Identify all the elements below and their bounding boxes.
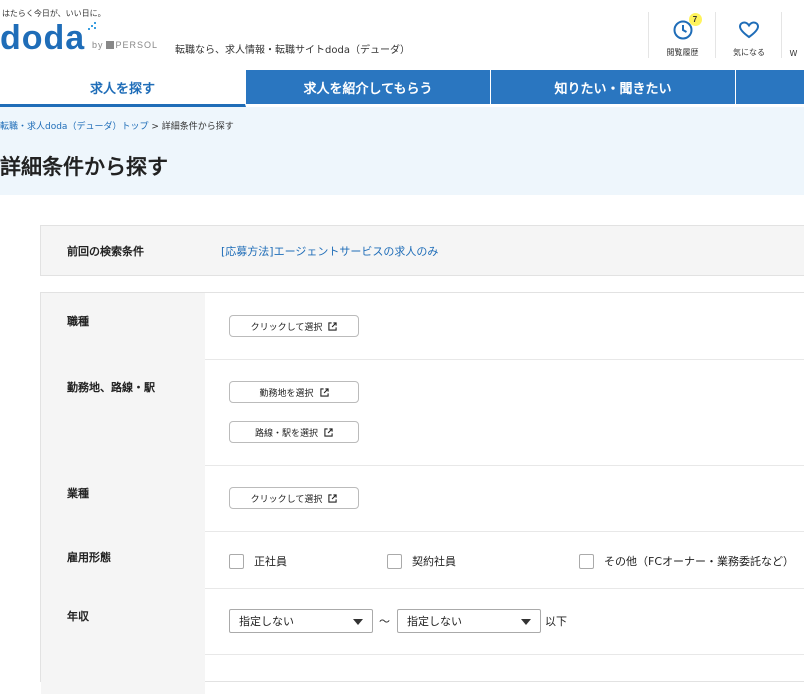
previous-search-panel: 前回の検索条件 [応募方法]エージェントサービスの求人のみ [40, 225, 804, 276]
tab-search-jobs[interactable]: 求人を探す [0, 70, 246, 107]
industry-label: 業種 [67, 487, 89, 500]
tab-job-introduction[interactable]: 求人を紹介してもらう [246, 70, 491, 104]
dropdown-arrow-icon [521, 619, 531, 625]
doda-logo[interactable]: doda [0, 16, 85, 60]
employment-fulltime-checkbox[interactable]: 正社員 [229, 553, 287, 569]
tab-more[interactable] [736, 70, 804, 104]
search-conditions-form: 職種 クリックして選択 勤務地、路線・駅 勤務地を選択 路線・駅を選択 業種 ク… [40, 292, 804, 694]
employment-contract-checkbox[interactable]: 契約社員 [387, 553, 456, 569]
salary-range-separator: 〜 [379, 615, 390, 628]
salary-max-select[interactable]: 指定しない [397, 609, 541, 633]
checkbox-box [579, 553, 594, 569]
site-description: 転職なら、求人情報・転職サイトdoda（デューダ） [175, 45, 410, 56]
breadcrumb-home-link[interactable]: 転職・求人doda（デューダ）トップ [0, 122, 148, 132]
favorites-label: 気になる [733, 48, 765, 57]
location-select-button[interactable]: 勤務地を選択 [229, 381, 359, 403]
checkbox-box [387, 553, 402, 569]
breadcrumb-current: 詳細条件から探す [161, 122, 234, 132]
industry-row: 業種 クリックして選択 [41, 465, 804, 532]
previous-search-link[interactable]: [応募方法]エージェントサービスの求人のみ [221, 243, 438, 259]
page-title: 詳細条件から探す [0, 155, 168, 179]
station-select-button[interactable]: 路線・駅を選択 [229, 421, 359, 443]
checkbox-box [229, 553, 244, 569]
logo-sparkle-icon [88, 22, 96, 30]
employment-other-checkbox[interactable]: その他（FCオーナー・業務委託など） [579, 553, 794, 569]
salary-label: 年収 [67, 610, 89, 623]
external-link-icon [328, 493, 337, 503]
dropdown-arrow-icon [353, 619, 363, 625]
site-header: はたらく今日が、いい日に。 doda by PERSOL 転職なら、求人情報・転職… [0, 0, 804, 70]
previous-search-label: 前回の検索条件 [67, 245, 144, 258]
header-extra-button[interactable]: W [781, 12, 804, 58]
tab-learn-ask[interactable]: 知りたい・聞きたい [491, 70, 736, 104]
external-link-icon [328, 321, 337, 331]
breadcrumb: 転職・求人doda（デューダ）トップ > 詳細条件から探す [0, 122, 234, 132]
occupation-row: 職種 クリックして選択 [41, 293, 804, 360]
page-hero: 転職・求人doda（デューダ）トップ > 詳細条件から探す 詳細条件から探す [0, 107, 804, 195]
next-row [41, 654, 804, 694]
industry-select-button[interactable]: クリックして選択 [229, 487, 359, 509]
external-link-icon [324, 427, 333, 437]
heart-icon [738, 21, 760, 39]
occupation-label: 職種 [67, 315, 89, 328]
header-extra-label: W [789, 49, 798, 58]
salary-suffix: 以下 [545, 615, 567, 628]
persol-byline: by PERSOL [92, 40, 159, 50]
occupation-select-button[interactable]: クリックして選択 [229, 315, 359, 337]
global-nav: 求人を探す 求人を紹介してもらう 知りたい・聞きたい [0, 70, 804, 107]
external-link-icon [319, 387, 329, 397]
salary-min-select[interactable]: 指定しない [229, 609, 373, 633]
employment-label: 雇用形態 [67, 551, 111, 564]
location-row: 勤務地、路線・駅 勤務地を選択 路線・駅を選択 [41, 359, 804, 466]
location-label: 勤務地、路線・駅 [67, 381, 155, 394]
favorites-button[interactable]: 気になる [715, 12, 782, 58]
history-label: 閲覧履歴 [666, 48, 699, 57]
history-button[interactable]: 7 閲覧履歴 [648, 12, 716, 58]
history-count-badge: 7 [688, 13, 702, 26]
